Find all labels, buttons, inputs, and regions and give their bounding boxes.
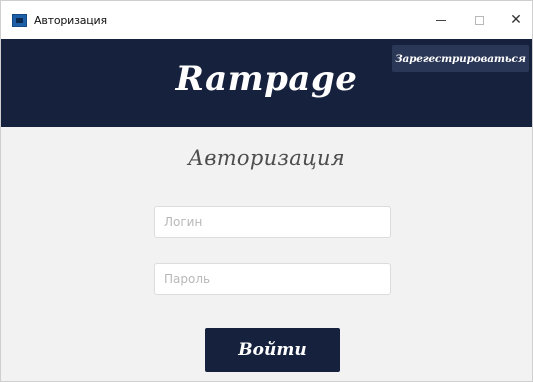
login-button[interactable]: Войти [205,328,340,372]
close-button[interactable]: ✕ [496,1,533,39]
minimize-button[interactable] [421,1,461,39]
register-button[interactable]: Зарегестрироваться [392,45,529,72]
app-window: Авторизация ✕ Rampage Зарегестрироваться… [0,0,533,382]
minimize-icon [436,19,446,21]
login-input[interactable] [154,206,391,238]
window-title: Авторизация [34,14,107,27]
form-title: Авторизация [187,146,345,170]
title-bar[interactable]: Авторизация ✕ [1,1,532,39]
maximize-button[interactable] [459,1,499,39]
close-icon: ✕ [510,12,522,28]
app-icon [12,14,27,27]
password-input[interactable] [154,263,391,295]
maximize-icon [474,15,484,25]
